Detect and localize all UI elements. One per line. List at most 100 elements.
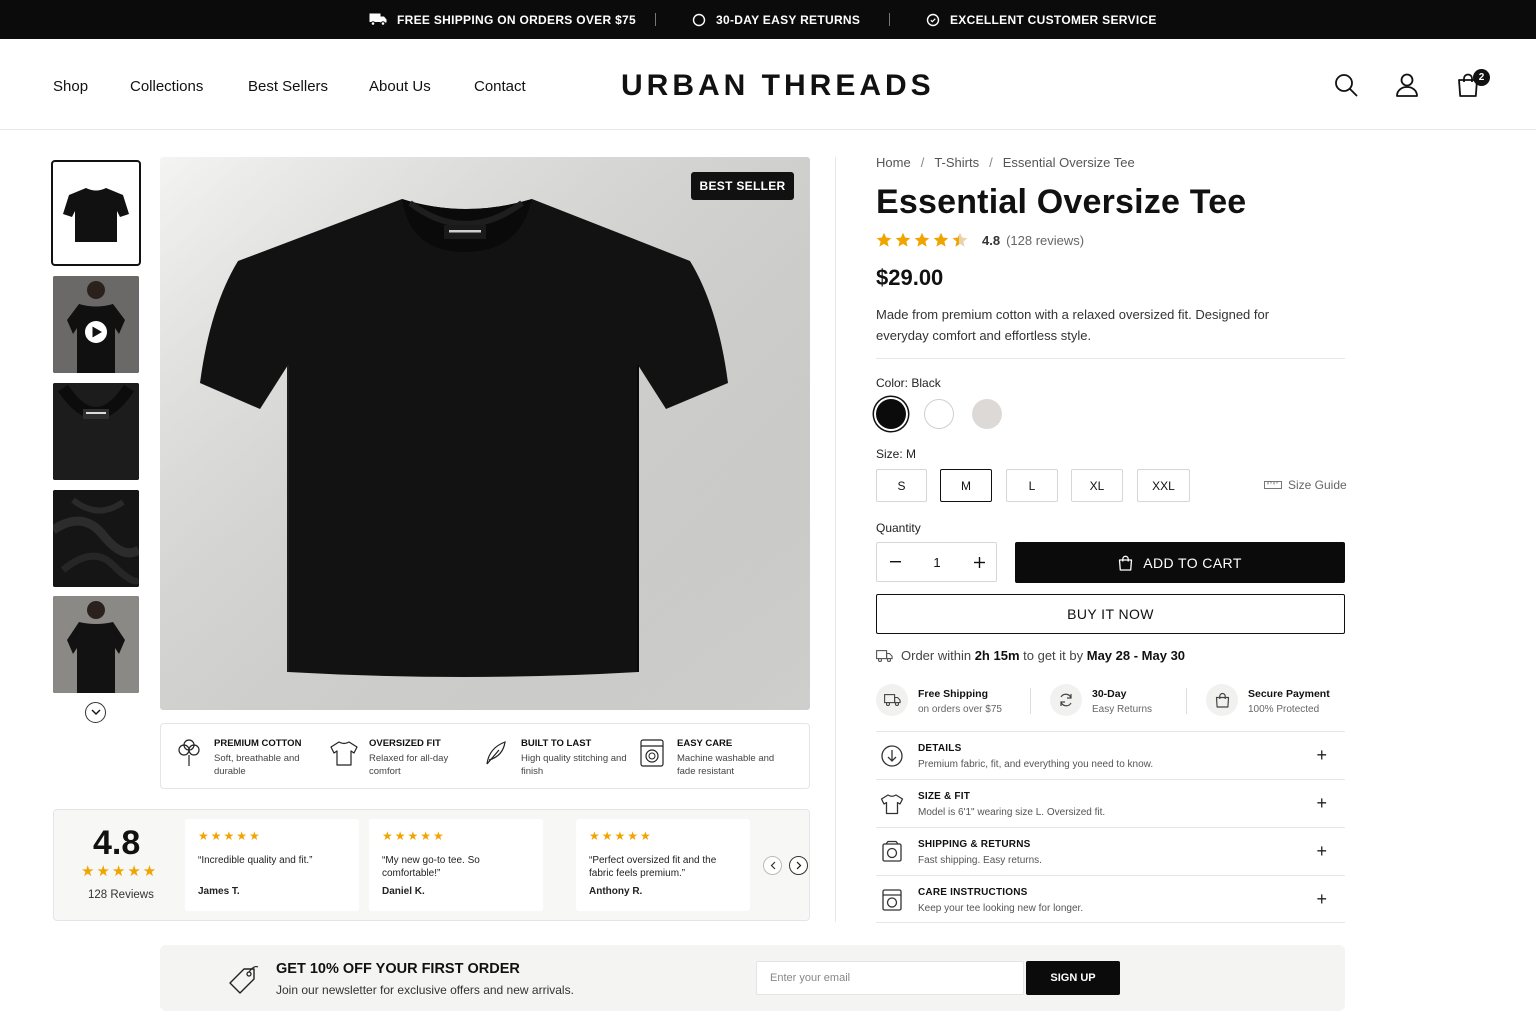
review-quote: “My new go-to tee. So comfortable!” [382, 855, 480, 879]
announcement-service: EXCELLENT CUSTOMER SERVICE [926, 0, 1157, 39]
nav-best-sellers[interactable]: Best Sellers [248, 78, 328, 95]
thumbnail-model-video[interactable] [53, 276, 139, 373]
buy-it-now-button[interactable]: BUY IT NOW [876, 594, 1345, 634]
color-label: Color: Black [876, 376, 941, 390]
expand-plus-icon[interactable]: + [1316, 841, 1327, 862]
product-rating[interactable]: 4.8 (128 reviews) [876, 232, 1084, 248]
account-icon[interactable] [1394, 72, 1420, 98]
delivery-estimate: Order within 2h 15m to get it by May 28 … [876, 648, 1185, 663]
cart-count-badge: 2 [1473, 69, 1490, 86]
size-option-m[interactable]: M [940, 469, 992, 502]
announcement-returns: 30-DAY EASY RETURNS [692, 0, 860, 39]
nav-contact[interactable]: Contact [474, 78, 526, 95]
thumbnail-tee-front[interactable] [51, 160, 141, 266]
feature-desc: Soft, breathable and durable [214, 753, 300, 777]
announcement-divider [655, 13, 656, 26]
site-header: Shop Collections Best Sellers About Us C… [0, 39, 1536, 130]
main-product-image[interactable] [160, 157, 810, 710]
accordion-title: SHIPPING & RETURNS [918, 839, 1031, 850]
thumbnails-scroll-down-button[interactable] [85, 702, 106, 723]
newsletter-email-input[interactable] [756, 961, 1024, 995]
arrow-down-circle-icon [881, 745, 903, 767]
accordion-title: SIZE & FIT [918, 791, 970, 802]
product-title: Essential Oversize Tee [876, 183, 1247, 221]
tshirt-icon [330, 741, 358, 766]
breadcrumb: Home / T-Shirts / Essential Oversize Tee [876, 155, 1135, 170]
nav-about-us[interactable]: About Us [369, 78, 431, 95]
truck-icon [883, 694, 901, 706]
color-swatch-black[interactable] [876, 399, 906, 429]
quantity-stepper: 1 [876, 542, 997, 582]
nav-shop[interactable]: Shop [53, 78, 88, 95]
review-author: Daniel K. [382, 886, 425, 897]
perk-title: 30-Day [1092, 688, 1127, 700]
quantity-label: Quantity [876, 521, 921, 535]
reviews-next-button[interactable] [789, 856, 808, 875]
reviews-prev-button[interactable] [763, 856, 782, 875]
accordion-shipping-returns[interactable]: SHIPPING & RETURNS Fast shipping. Easy r… [876, 827, 1345, 875]
review-author: James T. [198, 886, 240, 897]
rating-count[interactable]: (128 reviews) [1006, 233, 1084, 248]
color-swatch-stone[interactable] [972, 399, 1002, 429]
breadcrumb-home[interactable]: Home [876, 155, 911, 170]
feature-desc: High quality stitching and finish [521, 753, 627, 777]
breadcrumb-separator: / [989, 155, 993, 170]
size-option-xl[interactable]: XL [1071, 469, 1123, 502]
delivery-pre: Order within [901, 648, 972, 663]
accordion-title: CARE INSTRUCTIONS [918, 887, 1028, 898]
feature-title: EASY CARE [677, 738, 733, 749]
review-quote: “Incredible quality and fit.” [198, 855, 313, 866]
breadcrumb-tshirts[interactable]: T-Shirts [934, 155, 979, 170]
feature-title: OVERSIZED FIT [369, 738, 441, 749]
plus-icon [973, 556, 985, 568]
lock-bag-icon [1215, 692, 1229, 708]
expand-plus-icon[interactable]: + [1316, 745, 1327, 766]
delivery-dates: May 28 - May 30 [1086, 648, 1186, 663]
best-seller-badge: BEST SELLER [691, 172, 794, 200]
size-label: Size: M [876, 447, 917, 461]
size-option-xxl[interactable]: XXL [1137, 469, 1190, 502]
accordion-sub: Premium fabric, fit, and everything you … [918, 759, 1154, 770]
expand-plus-icon[interactable]: + [1316, 793, 1327, 814]
review-card: ★★★★★ “Incredible quality and fit.” Jame… [185, 819, 359, 911]
accordion-sub: Keep your tee looking new for longer. [918, 903, 1084, 914]
feature-title: PREMIUM COTTON [214, 738, 302, 749]
newsletter-signup-button[interactable]: SIGN UP [1026, 961, 1120, 995]
search-icon[interactable] [1333, 72, 1359, 98]
nav-collections[interactable]: Collections [130, 78, 203, 95]
expand-plus-icon[interactable]: + [1316, 889, 1327, 910]
feature-desc: Machine washable and fade resistant [677, 753, 775, 777]
size-guide-link[interactable]: Size Guide [1264, 478, 1347, 492]
add-to-cart-label: ADD TO CART [1143, 554, 1242, 571]
color-swatch-white[interactable] [924, 399, 954, 429]
box-icon [882, 840, 902, 862]
thumbnail-fabric-closeup[interactable] [53, 490, 139, 587]
breadcrumb-current: Essential Oversize Tee [1002, 155, 1135, 170]
accordion-care-instructions[interactable]: CARE INSTRUCTIONS Keep your tee looking … [876, 875, 1345, 923]
announcement-text: FREE SHIPPING ON ORDERS OVER $75 [397, 12, 636, 27]
perk-title: Free Shipping [918, 688, 989, 700]
quantity-decrease-button[interactable] [877, 543, 913, 581]
accordion-size-fit[interactable]: SIZE & FIT Model is 6'1" wearing size L.… [876, 779, 1345, 827]
perk-sub: on orders over $75 [918, 704, 1002, 715]
perk-divider [1030, 688, 1031, 714]
size-option-s[interactable]: S [876, 469, 927, 502]
quantity-increase-button[interactable] [961, 543, 997, 581]
size-option-l[interactable]: L [1006, 469, 1058, 502]
delivery-mid: to get it by [1023, 648, 1084, 663]
review-card: ★★★★★ “Perfect oversized fit and the fab… [576, 819, 750, 911]
accordion-details[interactable]: DETAILS Premium fabric, fit, and everyth… [876, 731, 1345, 779]
cotton-icon [178, 739, 200, 766]
quantity-value[interactable]: 1 [913, 543, 961, 581]
size-guide-label: Size Guide [1288, 478, 1347, 492]
thumbnail-model-back[interactable] [53, 596, 139, 693]
ruler-icon [1264, 481, 1282, 489]
rating-value: 4.8 [982, 232, 1001, 248]
reviews-count[interactable]: 128 Reviews [88, 889, 154, 901]
service-icon [926, 13, 940, 26]
site-logo[interactable]: URBAN THREADS [621, 69, 935, 103]
product-features: PREMIUM COTTON Soft, breathable and dura… [160, 723, 810, 789]
column-divider [835, 157, 836, 922]
add-to-cart-button[interactable]: ADD TO CART [1015, 542, 1345, 583]
thumbnail-collar-detail[interactable] [53, 383, 139, 480]
